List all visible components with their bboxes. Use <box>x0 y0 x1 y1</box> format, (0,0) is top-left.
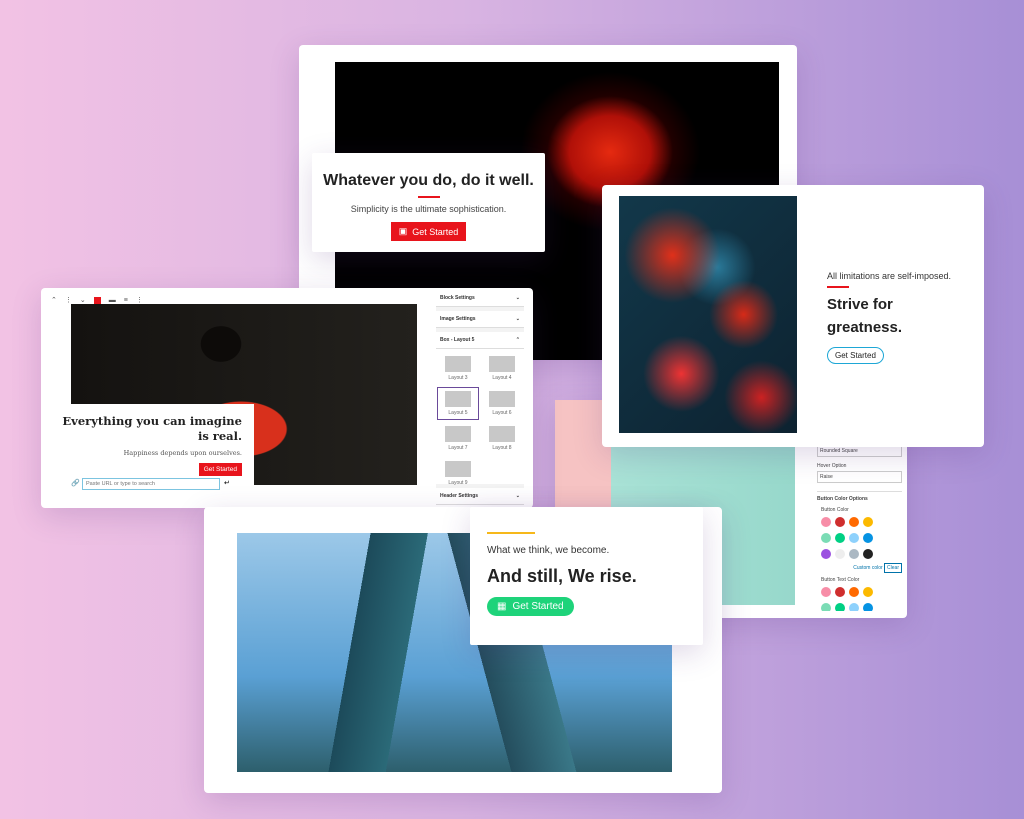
get-started-button[interactable]: ▣ Get Started <box>390 222 467 241</box>
swatch-grid <box>817 585 887 611</box>
get-started-button[interactable]: ▦ Get Started <box>487 597 574 616</box>
get-started-button[interactable]: Get Started <box>827 347 884 364</box>
align-icon[interactable]: ▬ <box>109 297 116 304</box>
heading: And still, We rise. <box>487 566 637 586</box>
layout-option[interactable]: Layout 6 <box>482 388 522 419</box>
hero-text-box-bottom: What we think, we become. And still, We … <box>470 507 703 645</box>
heading: Everything you can imagine is real. <box>62 414 242 443</box>
color-swatch[interactable] <box>835 603 845 611</box>
color-swatch[interactable] <box>849 517 859 527</box>
custom-color-link[interactable]: Custom color <box>853 565 882 571</box>
color-swatch[interactable] <box>821 549 831 559</box>
heading: Strive for greatness. <box>827 296 903 336</box>
color-swatch[interactable] <box>863 533 873 543</box>
text-color-label: Button Text Color <box>821 577 860 583</box>
box-layout-toggle[interactable]: Box - Layout 5 ⌃ <box>436 332 524 349</box>
color-swatch[interactable] <box>849 603 859 611</box>
color-swatch[interactable] <box>835 587 845 597</box>
subheading: Happiness depends upon ourselves. <box>123 449 242 457</box>
layout-thumbnail <box>489 356 515 372</box>
layout-option[interactable]: Layout 4 <box>482 353 522 384</box>
submit-url-icon[interactable]: ↵ <box>224 479 230 487</box>
layout-option[interactable]: Layout 3 <box>438 353 478 384</box>
color-swatch[interactable] <box>821 533 831 543</box>
eyebrow: All limitations are self-imposed. <box>827 271 952 281</box>
image-settings-toggle[interactable]: Image Settings ⌄ <box>436 311 524 328</box>
block-type-icon[interactable] <box>93 296 101 304</box>
color-swatch[interactable] <box>849 549 859 559</box>
divider <box>827 286 849 288</box>
layout-option[interactable]: Layout 9 <box>438 458 478 489</box>
settings-panel: Block Settings ⌄ Image Settings ⌄ Box - La… <box>436 290 524 505</box>
layout-grid: Layout 3 Layout 4 Layout 5 Layout 6 Layout 7… <box>436 349 524 486</box>
block-settings-toggle[interactable]: Block Settings ⌄ <box>436 290 524 307</box>
camera-icon: ▣ <box>398 226 408 236</box>
hero-card-right: All limitations are self-imposed. Strive… <box>602 185 984 447</box>
layout-thumbnail <box>445 461 471 477</box>
layout-option[interactable]: Layout 8 <box>482 423 522 454</box>
move-up-icon[interactable]: ⌃ <box>51 296 57 304</box>
color-swatch[interactable] <box>863 549 873 559</box>
color-swatch[interactable] <box>863 587 873 597</box>
move-down-icon[interactable]: ⌄ <box>80 296 86 304</box>
color-swatch[interactable] <box>835 533 845 543</box>
layout-option[interactable]: Layout 5 <box>437 387 479 420</box>
layout-thumbnail <box>445 356 471 372</box>
button-color-section[interactable]: Button Color Options <box>817 491 902 502</box>
layout-option[interactable]: Layout 7 <box>438 423 478 454</box>
hover-label: Hover Option <box>817 463 847 469</box>
get-started-button[interactable]: Get Started <box>198 463 242 476</box>
link-icon: 🔗 <box>71 480 80 487</box>
settings-sidebar: Rounded Square Hover Option Raise Button… <box>817 445 902 611</box>
subheading: Simplicity is the ultimate sophisticatio… <box>350 204 507 214</box>
button-color-label: Button Color <box>821 507 849 513</box>
layout-thumbnail <box>445 391 471 407</box>
clear-button[interactable]: Clear <box>884 563 902 573</box>
color-swatch[interactable] <box>835 549 845 559</box>
layout-thumbnail <box>489 391 515 407</box>
eyebrow: What we think, we become. <box>487 545 610 556</box>
editor-card: ⌃ ⋮ ⌄ ▬ ≡ ⋮ Everything you can imagine is re… <box>41 288 533 508</box>
hover-select[interactable]: Raise <box>817 471 902 483</box>
color-swatch[interactable] <box>863 517 873 527</box>
layout-thumbnail <box>489 426 515 442</box>
color-swatch[interactable] <box>821 517 831 527</box>
grid-icon: ▦ <box>497 601 507 612</box>
color-swatch[interactable] <box>821 587 831 597</box>
drag-icon[interactable]: ⋮ <box>65 296 72 304</box>
header-settings-toggle[interactable]: Header Settings ⌄ <box>436 488 524 505</box>
swatch-grid <box>817 515 887 563</box>
heading: Whatever you do, do it well. <box>323 172 534 189</box>
color-swatch[interactable] <box>849 533 859 543</box>
color-swatch[interactable] <box>849 587 859 597</box>
succulent-image <box>619 196 797 433</box>
layout-icon[interactable]: ≡ <box>124 297 128 304</box>
color-swatch[interactable] <box>863 603 873 611</box>
layout-thumbnail <box>445 426 471 442</box>
accent-bar <box>487 532 535 534</box>
url-input[interactable] <box>82 478 220 490</box>
color-swatch[interactable] <box>821 603 831 611</box>
color-swatch[interactable] <box>835 517 845 527</box>
more-options-icon[interactable]: ⋮ <box>136 296 143 304</box>
divider <box>417 196 440 198</box>
hero-text-box-top: Whatever you do, do it well. Simplicity … <box>312 153 545 252</box>
